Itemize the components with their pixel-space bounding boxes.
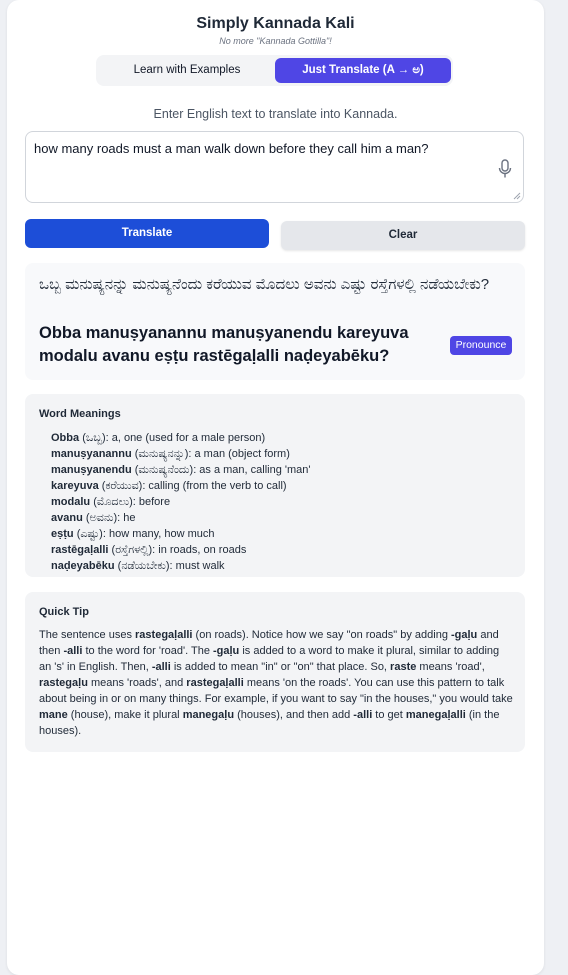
word-meaning-item: kareyuva (ಕರೆಯುವ): calling (from the ver… — [51, 478, 311, 494]
translation-result: ಒಬ್ಬ ಮನುಷ್ಯನನ್ನು ಮನುಷ್ಯನೆಂದು ಕರೆಯುವ ಮೊದಲ… — [25, 263, 525, 380]
meaning-definition: : in roads, on roads — [152, 544, 247, 556]
meaning-word: eṣṭu — [51, 528, 74, 540]
word-meaning-item: modalu (ಮೊದಲು): before — [51, 494, 311, 510]
word-meaning-item: rastēgaḷalli (ರಸ್ತೆಗಳಲ್ಲಿ): in roads, on… — [51, 542, 311, 558]
meaning-kannada: (ಮನುಷ್ಯನನ್ನು) — [134, 448, 189, 460]
meaning-kannada: (ರಸ್ತೆಗಳಲ್ಲಿ) — [111, 544, 153, 556]
app-subtitle: No more "Kannada Gottilla"! — [219, 36, 332, 46]
just-translate-tab[interactable]: Just Translate (A → ಅ) — [275, 58, 451, 83]
word-meaning-item: manuṣyanendu (ಮನುಷ್ಯನೆಂದು): as a man, ca… — [51, 462, 311, 478]
tip-highlight: -alli — [353, 709, 373, 721]
quick-tip-panel: Quick Tip The sentence uses rastegaḷalli… — [25, 592, 525, 752]
clear-button[interactable]: Clear — [281, 221, 525, 250]
word-meaning-item: eṣṭu (ಎಷ್ಟು): how many, how much — [51, 526, 311, 542]
microphone-icon[interactable] — [497, 159, 513, 179]
english-input-field[interactable]: how many roads must a man walk down befo… — [25, 131, 524, 203]
meaning-definition: : a, one (used for a male person) — [105, 432, 266, 444]
translate-button[interactable]: Translate — [25, 219, 269, 248]
meaning-definition: : calling (from the verb to call) — [142, 480, 287, 492]
meaning-word: naḍeyabēku — [51, 560, 115, 572]
meaning-kannada: (ಮೊದಲು) — [93, 496, 133, 508]
meaning-kannada: (ಕರೆಯುವ) — [101, 480, 143, 492]
tip-highlight: manegaḷu — [182, 709, 235, 721]
tip-highlight: rastegaḷalli — [135, 629, 193, 641]
meaning-word: manuṣyanendu — [51, 464, 132, 476]
tip-text: to get — [372, 709, 406, 721]
kannada-translation: ಒಬ್ಬ ಮನುಷ್ಯನನ್ನು ಮನುಷ್ಯನೆಂದು ಕರೆಯುವ ಮೊದಲ… — [39, 276, 490, 293]
tip-highlight: -alli — [63, 645, 83, 657]
english-input-value[interactable]: how many roads must a man walk down befo… — [34, 141, 429, 156]
meaning-kannada: (ನಡೆಯಬೇಕು) — [117, 560, 170, 572]
romanized-translation: Obba manuṣyanannu manuṣyanendu kareyuva … — [39, 324, 409, 365]
word-meaning-item: manuṣyanannu (ಮನುಷ್ಯನನ್ನು): a man (objec… — [51, 446, 311, 462]
app-card: Simply Kannada Kali No more "Kannada Got… — [7, 0, 544, 975]
quick-tip-heading: Quick Tip — [39, 606, 89, 618]
tip-text: means 'roads', and — [87, 677, 187, 689]
tip-text: (on roads). Notice how we say "on roads"… — [192, 629, 451, 641]
word-meanings-heading: Word Meanings — [39, 408, 121, 420]
tip-text: (houses), and then add — [234, 709, 354, 721]
tip-highlight: mane — [39, 709, 68, 721]
meaning-word: avanu — [51, 512, 83, 524]
word-meaning-item: naḍeyabēku (ನಡೆಯಬೇಕು): must walk — [51, 558, 311, 574]
tip-highlight: rastegaḷalli — [186, 677, 244, 689]
meaning-kannada: (ಒಬ್ಬ) — [82, 432, 106, 444]
tip-highlight: raste — [390, 661, 417, 673]
meaning-word: Obba — [51, 432, 80, 444]
word-meanings-panel: Word Meanings Obba (ಒಬ್ಬ): a, one (used … — [25, 394, 525, 577]
meaning-definition: : how many, how much — [102, 528, 215, 540]
instructions-text: Enter English text to translate into Kan… — [153, 107, 398, 121]
word-meanings-list: Obba (ಒಬ್ಬ): a, one (used for a male per… — [51, 430, 311, 574]
tip-highlight: rastegaḷu — [39, 677, 88, 689]
tip-highlight: -gaḷu — [213, 645, 240, 657]
pronounce-button[interactable]: Pronounce — [450, 336, 512, 355]
meaning-definition: : he — [117, 512, 136, 524]
tip-highlight: -alli — [151, 661, 171, 673]
tip-text: (house), make it plural — [67, 709, 183, 721]
word-meaning-item: avanu (ಅವನು): he — [51, 510, 311, 526]
tip-text: is added to mean "in" or "on" that place… — [170, 661, 391, 673]
meaning-kannada: (ಎಷ್ಟು) — [76, 528, 103, 540]
tip-text: means 'road', — [416, 661, 485, 673]
meaning-word: rastēgaḷalli — [51, 544, 109, 556]
meaning-word: kareyuva — [51, 480, 99, 492]
meaning-definition: : before — [132, 496, 171, 508]
meaning-kannada: (ಮನುಷ್ಯನೆಂದು) — [134, 464, 194, 476]
word-meaning-item: Obba (ಒಬ್ಬ): a, one (used for a male per… — [51, 430, 311, 446]
tip-highlight: manegaḷalli — [405, 709, 466, 721]
meaning-definition: : must walk — [169, 560, 225, 572]
meaning-definition: : a man (object form) — [188, 448, 290, 460]
meaning-word: manuṣyanannu — [51, 448, 132, 460]
resize-handle-icon[interactable] — [513, 192, 521, 200]
tip-text: The sentence uses — [39, 629, 136, 641]
mode-switcher: Learn with Examples Just Translate (A → … — [96, 55, 453, 86]
learn-with-examples-tab[interactable]: Learn with Examples — [100, 58, 274, 83]
app-title: Simply Kannada Kali — [196, 15, 355, 32]
meaning-definition: : as a man, calling 'man' — [193, 464, 311, 476]
tip-text: to the word for 'road'. The — [82, 645, 213, 657]
meaning-word: modalu — [51, 496, 91, 508]
quick-tip-text: The sentence uses rastegaḷalli (on roads… — [39, 627, 513, 739]
tip-highlight: -gaḷu — [451, 629, 478, 641]
meaning-kannada: (ಅವನು) — [85, 512, 118, 524]
